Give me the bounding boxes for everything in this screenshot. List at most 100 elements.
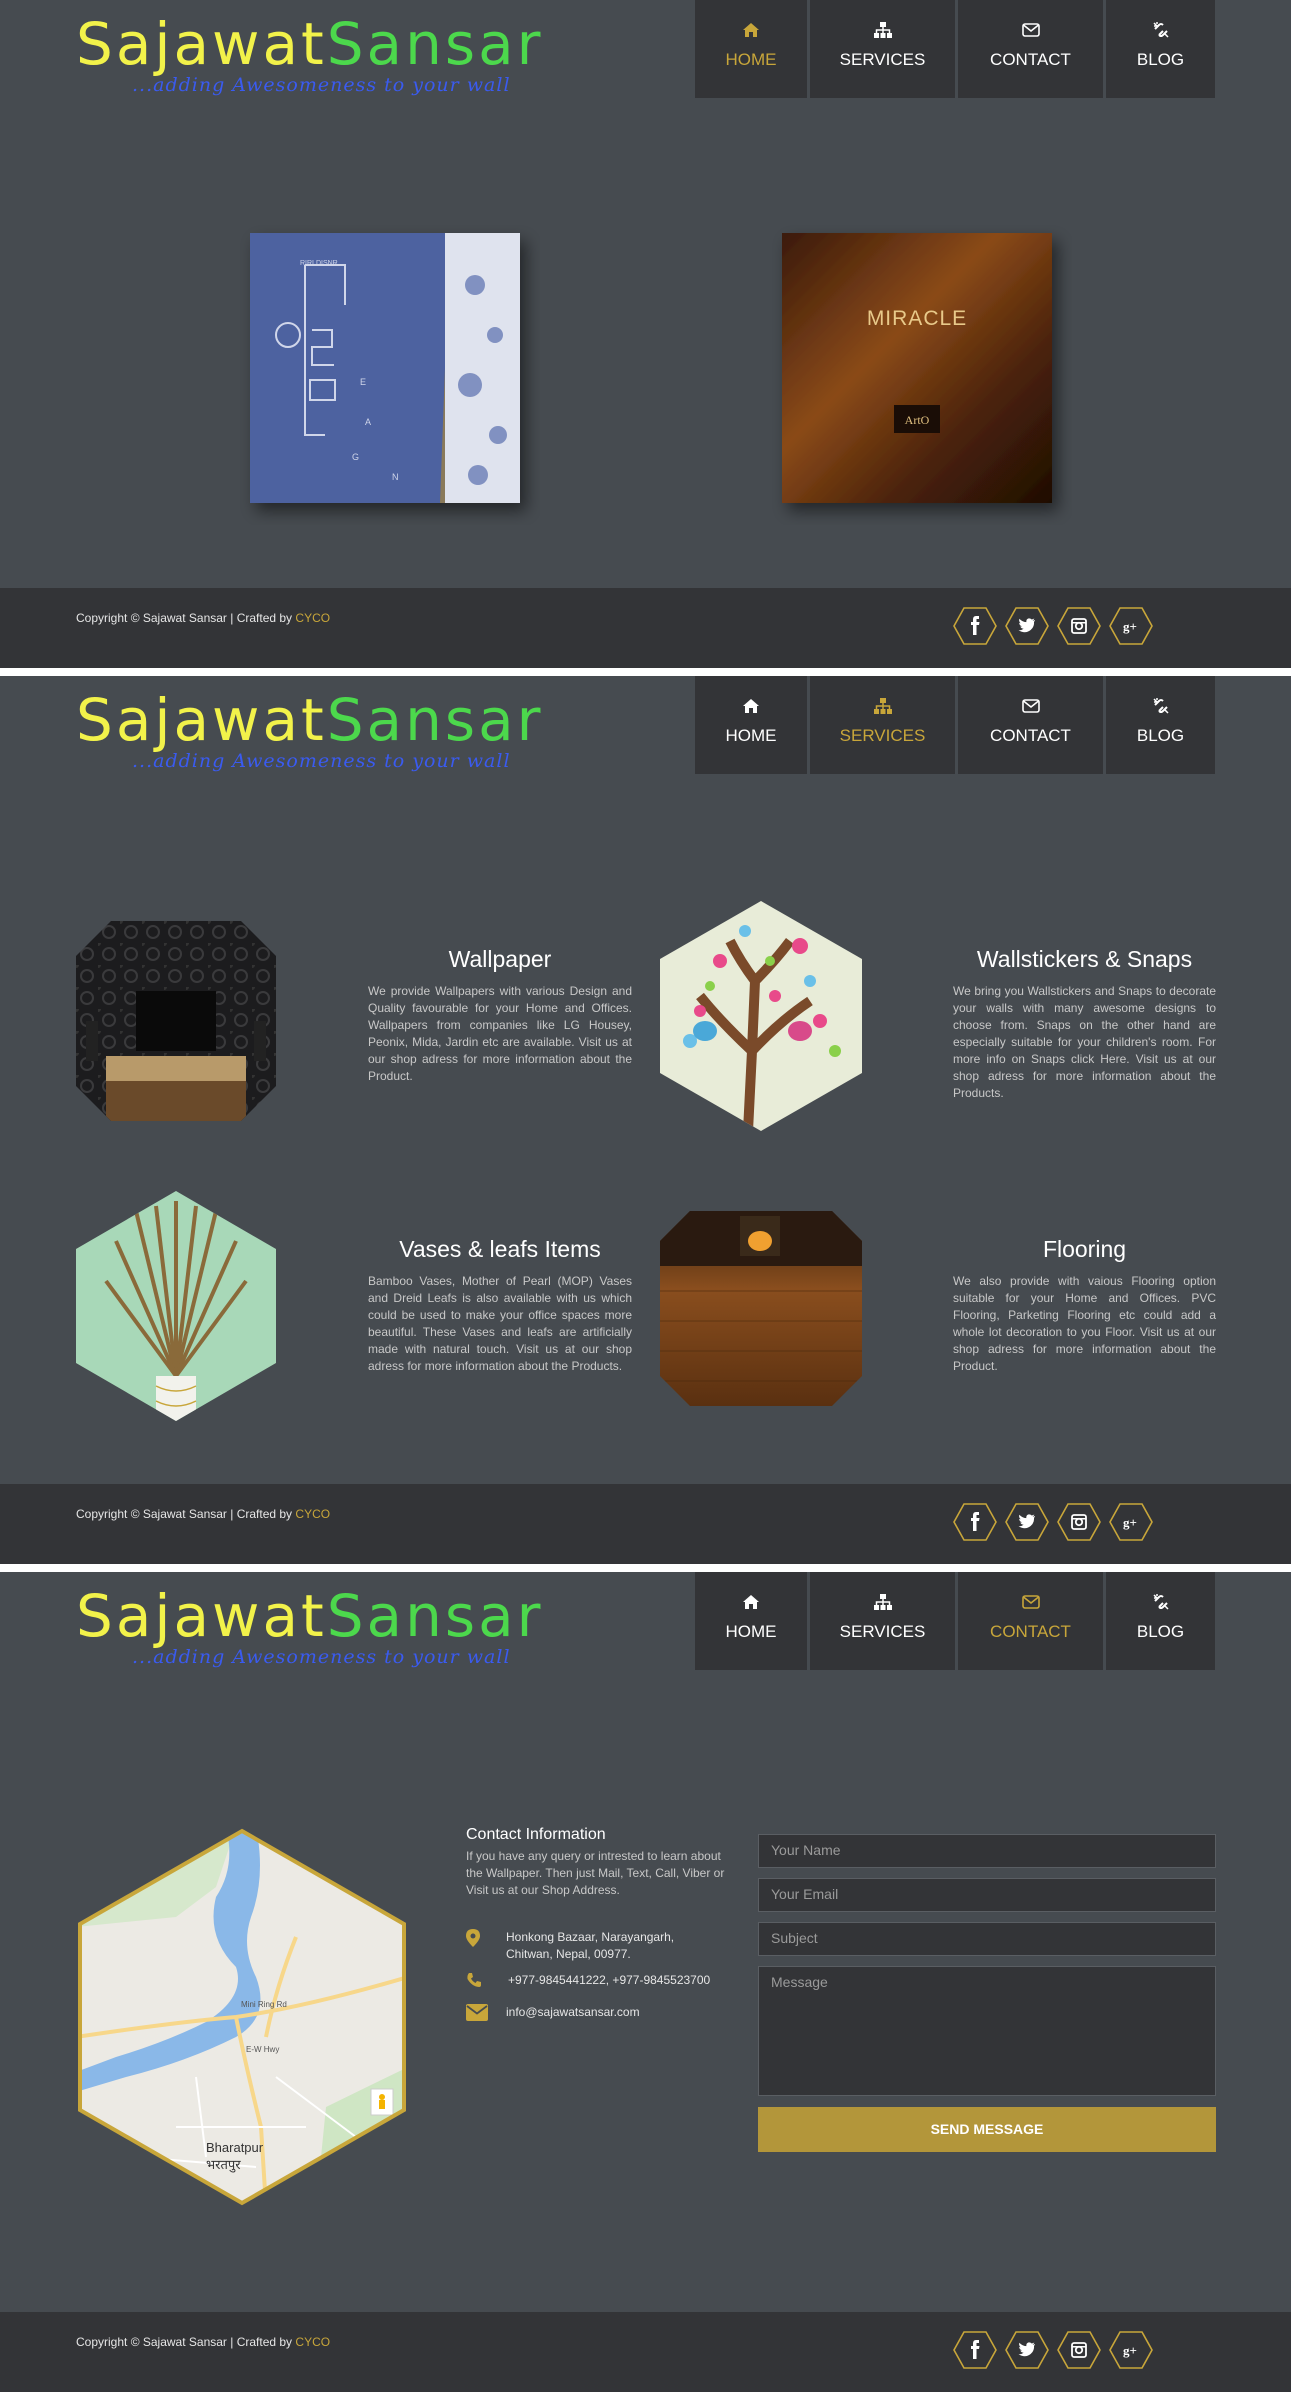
section-separator	[0, 668, 1291, 676]
contact-email: info@sajawatsansar.com	[466, 2004, 640, 2021]
catalogue-book-miracle[interactable]: MIRACLE ArtO	[772, 225, 1072, 525]
envelope-icon	[1021, 1595, 1040, 1609]
service-title-wallpaper: Wallpaper	[448, 946, 552, 972]
location-map[interactable]: Bharatpur भरतपुर Mini Ring Rd E-W Hwy	[76, 1827, 408, 2207]
send-message-button[interactable]: SEND MESSAGE	[758, 2107, 1216, 2152]
footer-cyco-link[interactable]: CYCO	[295, 2335, 330, 2349]
nav-contact-label: CONTACT	[990, 50, 1071, 69]
wallstickers-image	[660, 901, 862, 1131]
site-logo[interactable]: SajawatSansar ...adding Awesomeness to y…	[76, 14, 540, 104]
contact-page: SajawatSansar ...adding Awesomeness to y…	[0, 1572, 1291, 2392]
social-links: g+	[953, 607, 1153, 645]
svg-text:G: G	[352, 452, 359, 462]
logo-tagline: ...adding Awesomeness to your wall	[132, 750, 511, 772]
logo-tagline: ...adding Awesomeness to your wall	[132, 1646, 511, 1668]
footer: Copyright © Sajawat Sansar | Crafted by …	[0, 1484, 1291, 1564]
unlink-icon	[1152, 22, 1169, 38]
logo-name-part1: Sajawat	[76, 686, 327, 754]
map-marker-icon	[466, 1929, 480, 1947]
nav-blog[interactable]: BLOG	[1106, 0, 1215, 98]
nav-home[interactable]: HOME	[695, 0, 807, 98]
nav-home[interactable]: HOME	[695, 1572, 807, 1670]
footer-copyright: Copyright © Sajawat Sansar | Crafted by …	[76, 2335, 331, 2349]
site-logo[interactable]: SajawatSansar ...adding Awesomeness to y…	[76, 1586, 540, 1676]
nav-services-label: SERVICES	[839, 1622, 926, 1641]
svg-text:N: N	[392, 472, 399, 482]
contact-phone-text[interactable]: +977-9845441222, +977-9845523700	[508, 1972, 710, 1989]
home-icon	[743, 23, 759, 37]
nav-blog[interactable]: BLOG	[1106, 1572, 1215, 1670]
flooring-image	[660, 1211, 862, 1406]
vases-image	[76, 1191, 276, 1421]
instagram-icon[interactable]	[1057, 607, 1101, 645]
facebook-icon[interactable]	[953, 2331, 997, 2369]
google-plus-icon[interactable]: g+	[1109, 2331, 1153, 2369]
svg-text:A: A	[365, 417, 371, 427]
services-page: SajawatSansar ...adding Awesomeness to y…	[0, 676, 1291, 1564]
nav-blog[interactable]: BLOG	[1106, 676, 1215, 774]
email-field[interactable]: Your Email	[758, 1878, 1216, 1912]
footer-copyright: Copyright © Sajawat Sansar | Crafted by …	[76, 611, 331, 625]
message-field[interactable]: Message	[758, 1966, 1216, 2096]
nav-services[interactable]: SERVICES	[810, 1572, 955, 1670]
nav-services[interactable]: SERVICES	[810, 676, 955, 774]
map-city: Bharatpur	[206, 2140, 264, 2155]
logo-name-part1: Sajawat	[76, 1582, 327, 1650]
home-page: SajawatSansar ...adding Awesomeness to y…	[0, 0, 1291, 668]
map-city-local: भरतपुर	[206, 2157, 241, 2173]
nav-contact[interactable]: CONTACT	[958, 676, 1103, 774]
home-icon	[743, 1595, 759, 1609]
google-plus-icon[interactable]: g+	[1109, 607, 1153, 645]
home-icon	[743, 699, 759, 713]
catalogue-book-blue[interactable]: RIRI DISNR E A G N	[240, 225, 540, 525]
phone-icon	[467, 1973, 481, 1987]
svg-text:E: E	[360, 377, 366, 387]
main-nav: HOME SERVICES CONTACT BLOG	[695, 0, 1215, 98]
name-field[interactable]: Your Name	[758, 1834, 1216, 1868]
nav-home-label: HOME	[725, 726, 777, 745]
envelope-icon	[1021, 699, 1040, 713]
twitter-icon[interactable]	[1005, 2331, 1049, 2369]
catalogue-brand: ArtO	[905, 413, 930, 427]
nav-contact[interactable]: CONTACT	[958, 0, 1103, 98]
nav-blog-label: BLOG	[1136, 726, 1185, 745]
service-title-wallstickers: Wallstickers & Snaps	[976, 946, 1193, 972]
facebook-icon[interactable]	[953, 607, 997, 645]
nav-services-label: SERVICES	[839, 50, 926, 69]
nav-home[interactable]: HOME	[695, 676, 807, 774]
instagram-icon[interactable]	[1057, 2331, 1101, 2369]
envelope-icon	[1021, 23, 1040, 37]
instagram-icon[interactable]	[1057, 1503, 1101, 1541]
subject-field[interactable]: Subject	[758, 1922, 1216, 1956]
envelope-icon	[466, 2004, 488, 2021]
catalogue-label: RIRI DISNR	[300, 260, 338, 267]
facebook-icon[interactable]	[953, 1503, 997, 1541]
main-nav: HOME SERVICES CONTACT BLOG	[695, 676, 1215, 774]
unlink-icon	[1152, 698, 1169, 714]
footer-cyco-link[interactable]: CYCO	[295, 611, 330, 625]
footer-copyright: Copyright © Sajawat Sansar | Crafted by …	[76, 1507, 331, 1521]
nav-contact[interactable]: CONTACT	[958, 1572, 1103, 1670]
footer-cyco-link[interactable]: CYCO	[295, 1507, 330, 1521]
service-text-flooring: We also provide with vaious Flooring opt…	[953, 1274, 1216, 1373]
nav-contact-label: CONTACT	[990, 1622, 1071, 1641]
contact-email-text[interactable]: info@sajawatsansar.com	[506, 2004, 640, 2021]
service-text-wallstickers: We bring you Wallstickers and Snaps to d…	[953, 984, 1216, 1100]
nav-home-label: HOME	[725, 1622, 777, 1641]
nav-services[interactable]: SERVICES	[810, 0, 955, 98]
contact-address-text: Honkong Bazaar, Narayangarh, Chitwan, Ne…	[506, 1930, 675, 1961]
twitter-icon[interactable]	[1005, 1503, 1049, 1541]
google-plus-icon[interactable]: g+	[1109, 1503, 1153, 1541]
contact-heading: Contact Information	[466, 1826, 606, 1843]
svg-text:g+: g+	[1123, 1515, 1137, 1530]
twitter-icon[interactable]	[1005, 607, 1049, 645]
service-title-flooring: Flooring	[1042, 1236, 1127, 1262]
social-links: g+	[953, 2331, 1153, 2369]
contact-address: Honkong Bazaar, Narayangarh, Chitwan, Ne…	[466, 1929, 706, 1963]
catalogue-title: MIRACLE	[867, 307, 967, 330]
nav-blog-label: BLOG	[1136, 50, 1185, 69]
logo-name-part2: Sansar	[326, 1582, 544, 1650]
svg-text:g+: g+	[1123, 2343, 1137, 2358]
service-text-wallpaper: We provide Wallpapers with various Desig…	[368, 984, 632, 1083]
site-logo[interactable]: SajawatSansar ...adding Awesomeness to y…	[76, 690, 540, 780]
